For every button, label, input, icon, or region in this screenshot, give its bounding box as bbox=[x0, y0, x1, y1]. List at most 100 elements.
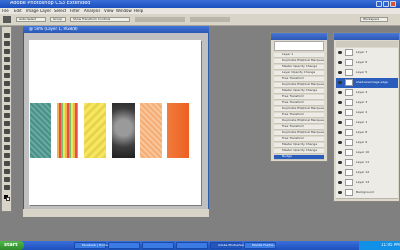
menu-window[interactable]: Window bbox=[116, 9, 132, 13]
eye-icon[interactable] bbox=[338, 81, 342, 84]
eraser-tool-icon[interactable] bbox=[4, 113, 10, 118]
hand-tool-icon[interactable] bbox=[4, 177, 10, 182]
auto-select-checkbox[interactable]: Auto-Select bbox=[16, 17, 46, 22]
taskbar-item[interactable] bbox=[176, 242, 208, 249]
zoom-tool-icon[interactable] bbox=[4, 185, 10, 190]
thumbnail-teal-dot-paper[interactable] bbox=[30, 103, 51, 158]
eye-icon[interactable] bbox=[338, 121, 342, 124]
eye-icon[interactable] bbox=[338, 151, 342, 154]
layer-thumbnail bbox=[345, 189, 353, 196]
history-row[interactable]: Duplicate Elliptical Marquee bbox=[274, 119, 324, 124]
menu-select[interactable]: Select bbox=[54, 9, 66, 13]
menu-image[interactable]: Image bbox=[26, 9, 39, 13]
taskbar-item[interactable] bbox=[142, 242, 174, 249]
taskbar-item[interactable] bbox=[108, 242, 140, 249]
start-button[interactable]: start bbox=[0, 241, 24, 250]
marquee-tool-icon[interactable] bbox=[4, 41, 10, 46]
minimize-button[interactable] bbox=[376, 1, 382, 7]
layers-blend-options[interactable] bbox=[336, 41, 398, 47]
history-row[interactable]: Master Opacity Change bbox=[274, 149, 324, 154]
eye-icon[interactable] bbox=[338, 141, 342, 144]
history-panel: Layer 1 Duplicate Elliptical Marquee Mas… bbox=[270, 32, 328, 162]
history-row[interactable]: Free Transform bbox=[274, 77, 324, 82]
thumbnail-orange-paper[interactable] bbox=[167, 103, 189, 158]
eye-icon[interactable] bbox=[338, 101, 342, 104]
app-title: Adobe Photoshop CS3 Extended bbox=[10, 1, 91, 6]
eye-icon[interactable] bbox=[338, 71, 342, 74]
menu-edit[interactable]: Edit bbox=[14, 9, 22, 13]
history-row[interactable]: Master Opacity Change bbox=[274, 143, 324, 148]
taskbar-item[interactable]: Facebook | Home bbox=[74, 242, 108, 249]
history-snapshot[interactable] bbox=[274, 41, 324, 51]
crop-tool-icon[interactable] bbox=[4, 65, 10, 70]
lasso-tool-icon[interactable] bbox=[4, 49, 10, 54]
brush-tool-icon[interactable] bbox=[4, 89, 10, 94]
history-row-active[interactable]: Nudge bbox=[274, 155, 324, 160]
layer-row[interactable]: Background bbox=[336, 188, 398, 199]
pen-tool-icon[interactable] bbox=[4, 137, 10, 142]
maximize-button[interactable] bbox=[383, 1, 389, 7]
taskbar-item[interactable]: Mozilla Firefox... bbox=[244, 242, 276, 249]
menu-layer[interactable]: Layer bbox=[40, 9, 51, 13]
close-button[interactable] bbox=[390, 1, 396, 7]
gradient-tool-icon[interactable] bbox=[4, 121, 10, 126]
show-transform-label: Show Transform Controls bbox=[73, 18, 111, 21]
eye-icon[interactable] bbox=[338, 111, 342, 114]
eye-icon[interactable] bbox=[338, 131, 342, 134]
eye-icon[interactable] bbox=[338, 191, 342, 194]
menu-view[interactable]: View bbox=[104, 9, 114, 13]
magic-wand-tool-icon[interactable] bbox=[4, 57, 10, 62]
eyedropper-tool-icon[interactable] bbox=[4, 73, 10, 78]
menu-analysis[interactable]: Analysis bbox=[84, 9, 100, 13]
thumbnail-striped-paper[interactable] bbox=[57, 103, 78, 158]
clock: 11:05 PM bbox=[381, 243, 400, 247]
thumbnail-yellow-diamond-paper[interactable] bbox=[84, 103, 106, 158]
shape-tool-icon[interactable] bbox=[4, 161, 10, 166]
history-row[interactable]: Free Transform bbox=[274, 113, 324, 118]
path-selection-tool-icon[interactable] bbox=[4, 153, 10, 158]
eye-icon[interactable] bbox=[338, 161, 342, 164]
history-row[interactable]: Layer Opacity Change bbox=[274, 71, 324, 76]
healing-brush-tool-icon[interactable] bbox=[4, 81, 10, 86]
clone-stamp-tool-icon[interactable] bbox=[4, 97, 10, 102]
eye-icon[interactable] bbox=[338, 91, 342, 94]
type-tool-icon[interactable] bbox=[4, 145, 10, 150]
history-brush-tool-icon[interactable] bbox=[4, 105, 10, 110]
history-row[interactable]: Free Transform bbox=[274, 125, 324, 130]
layer-thumbnail bbox=[345, 99, 353, 106]
show-transform-controls-checkbox[interactable]: Show Transform Controls bbox=[70, 17, 130, 22]
workspace-button[interactable]: Workspace bbox=[360, 17, 388, 22]
history-row[interactable]: Duplicate Elliptical Marquee bbox=[274, 59, 324, 64]
layer-thumbnail bbox=[345, 129, 353, 136]
align-buttons[interactable] bbox=[135, 17, 185, 22]
history-row[interactable]: Duplicate Elliptical Marquee bbox=[274, 107, 324, 112]
group-select[interactable]: Group bbox=[50, 17, 66, 22]
eye-icon[interactable] bbox=[338, 171, 342, 174]
history-row[interactable]: Layer 1 bbox=[274, 53, 324, 58]
thumbnail-peach-pattern-paper[interactable] bbox=[140, 103, 162, 158]
history-row[interactable]: Free Transform bbox=[274, 101, 324, 106]
layer-thumbnail bbox=[345, 159, 353, 166]
history-row[interactable]: Master Opacity Change bbox=[274, 89, 324, 94]
background-color-swatch[interactable] bbox=[6, 197, 10, 201]
title-bar: Adobe Photoshop CS3 Extended bbox=[0, 0, 400, 8]
layer-thumbnail bbox=[345, 79, 353, 86]
notes-tool-icon[interactable] bbox=[4, 169, 10, 174]
history-row[interactable]: Duplicate Elliptical Marquee bbox=[274, 131, 324, 136]
menu-help[interactable]: Help bbox=[134, 9, 143, 13]
distribute-buttons[interactable] bbox=[190, 17, 230, 22]
taskbar-item-active[interactable]: Adobe Photoshop C... bbox=[210, 242, 250, 249]
history-row[interactable]: Free Transform bbox=[274, 137, 324, 142]
move-tool-icon[interactable] bbox=[4, 33, 10, 38]
menu-file[interactable]: File bbox=[2, 9, 9, 13]
history-row[interactable]: Duplicate Elliptical Marquee bbox=[274, 83, 324, 88]
eye-icon[interactable] bbox=[338, 61, 342, 64]
menu-filter[interactable]: Filter bbox=[70, 9, 80, 13]
eye-icon[interactable] bbox=[338, 181, 342, 184]
thumbnail-photo-child[interactable] bbox=[112, 103, 135, 158]
history-row[interactable]: Master Opacity Change bbox=[274, 65, 324, 70]
history-row[interactable]: Free Transform bbox=[274, 95, 324, 100]
dodge-tool-icon[interactable] bbox=[4, 129, 10, 134]
eye-icon[interactable] bbox=[338, 51, 342, 54]
move-tool-icon[interactable] bbox=[3, 16, 11, 23]
